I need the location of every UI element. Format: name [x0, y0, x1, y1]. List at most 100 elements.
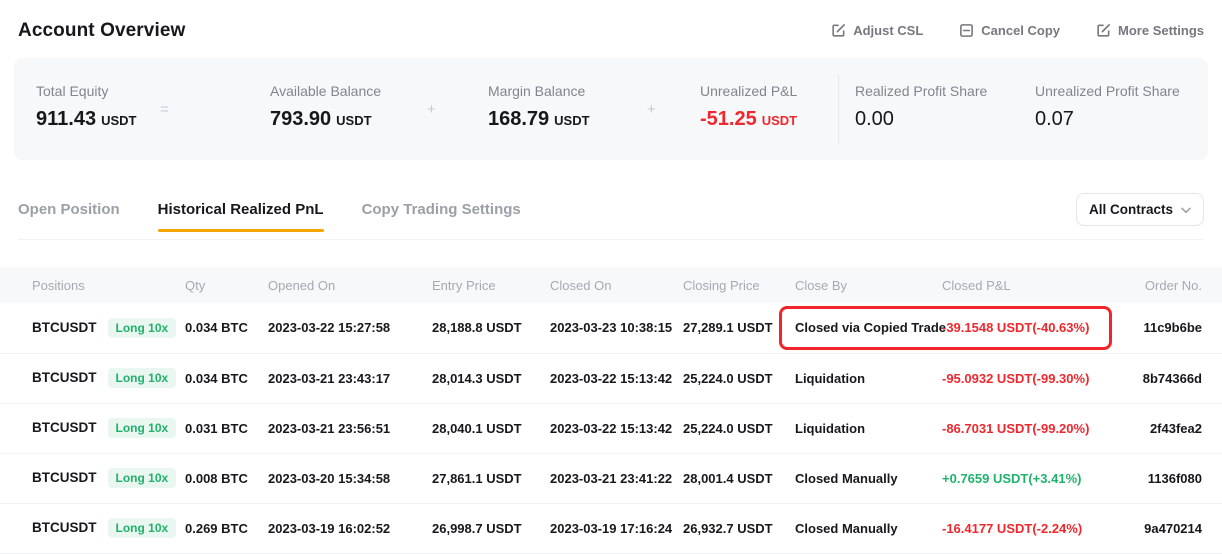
cancel-copy-label: Cancel Copy [981, 23, 1060, 38]
stat-value: -51.25USDT [700, 108, 797, 131]
stat-label: Realized Profit Share [855, 83, 987, 99]
historical-pnl-table: Positions Qty Opened On Entry Price Clos… [0, 267, 1222, 554]
cell-entry-price: 28,014.3 USDT [432, 353, 550, 403]
page-title: Account Overview [18, 20, 185, 42]
cell-closing-price: 26,932.7 USDT [683, 503, 795, 553]
cell-order-no: 2f43fea2 [1100, 403, 1222, 453]
cell-closing-price: 28,001.4 USDT [683, 453, 795, 503]
equals-separator: = [160, 101, 169, 118]
cell-positions: BTCUSDT Long 10x [0, 303, 185, 353]
cell-positions: BTCUSDT Long 10x [0, 353, 185, 403]
stat-value: 793.90USDT [270, 108, 381, 131]
tab-open-position[interactable]: Open Position [18, 201, 120, 218]
tab-historical-realized-pnl[interactable]: Historical Realized PnL [158, 201, 324, 218]
table-row: BTCUSDTLong 10x0.034 BTC2023-03-21 23:43… [0, 353, 1222, 403]
cell-close-by: Liquidation [795, 403, 942, 453]
plus-separator: + [427, 101, 436, 118]
header-qty: Qty [185, 267, 268, 303]
cell-order-no: 11c9b6be [1100, 303, 1222, 353]
cell-positions: BTCUSDT Long 10x [0, 453, 185, 503]
symbol-label: BTCUSDT [32, 470, 97, 485]
cell-opened-on: 2023-03-21 23:43:17 [268, 353, 432, 403]
vertical-divider [838, 74, 839, 144]
cell-closed-on: 2023-03-19 17:16:24 [550, 503, 683, 553]
symbol-label: BTCUSDT [32, 420, 97, 435]
stat-value: 0.07 [1035, 108, 1180, 131]
header-positions: Positions [0, 267, 185, 303]
stat-value: 0.00 [855, 108, 987, 131]
more-settings-label: More Settings [1118, 23, 1204, 38]
stat-realized-profit-share: Realized Profit Share 0.00 [855, 83, 987, 131]
cell-closed-pnl: -16.4177 USDT(-2.24%) [942, 503, 1100, 553]
table-row: BTCUSDT Long 10x 0.269 BTC2023-03-19 16:02… [0, 503, 1222, 553]
symbol-label: BTCUSDT [32, 370, 97, 385]
top-actions: Adjust CSL Cancel Copy M [831, 23, 1204, 38]
cell-entry-price: 27,861.1 USDT [432, 453, 550, 503]
cell-order-no: 1136f080 [1100, 453, 1222, 503]
cell-closed-pnl: -86.7031 USDT(-99.20%) [942, 403, 1100, 453]
cell-closing-price: 27,289.1 USDT [683, 303, 795, 353]
stat-value: 168.79USDT [488, 108, 590, 131]
cell-closed-pnl: +0.7659 USDT(+3.41%) [942, 453, 1100, 503]
cell-qty: 0.269 BTC [185, 503, 268, 553]
cell-order-no: 8b74366d [1100, 353, 1222, 403]
cell-opened-on: 2023-03-20 15:34:58 [268, 453, 432, 503]
cell-entry-price: 28,188.8 USDT [432, 303, 550, 353]
cell-entry-price: 28,040.1 USDT [432, 403, 550, 453]
cell-closed-on: 2023-03-23 10:38:15 [550, 303, 683, 353]
side-leverage-badge: Long 10x [108, 518, 177, 538]
all-contracts-label: All Contracts [1089, 202, 1173, 217]
symbol-label: BTCUSDT [32, 520, 97, 535]
cell-entry-price: 26,998.7 USDT [432, 503, 550, 553]
stat-unrealized-profit-share: Unrealized Profit Share 0.07 [1035, 83, 1180, 131]
all-contracts-dropdown[interactable]: All Contracts [1076, 193, 1204, 226]
plus-separator: + [647, 101, 656, 118]
header-order-no: Order No. [1100, 267, 1222, 303]
stat-available-balance: Available Balance 793.90USDT [270, 83, 381, 131]
header-opened-on: Opened On [268, 267, 432, 303]
side-leverage-badge: Long 10x [108, 368, 177, 388]
header-entry-price: Entry Price [432, 267, 550, 303]
cell-closed-on: 2023-03-22 15:13:42 [550, 353, 683, 403]
top-bar: Account Overview Adjust CSL [0, 0, 1222, 48]
minus-square-icon [959, 23, 974, 38]
cell-opened-on: 2023-03-19 16:02:52 [268, 503, 432, 553]
stat-unrealized-pnl: Unrealized P&L -51.25USDT [700, 83, 797, 131]
tabs-row: Open Position Historical Realized PnL Co… [18, 160, 1204, 240]
table-body: BTCUSDTLong 10x0.034 BTC2023-03-22 15:27… [0, 303, 1222, 553]
more-settings-button[interactable]: More Settings [1096, 23, 1204, 38]
cell-close-by: Liquidation [795, 353, 942, 403]
stat-margin-balance: Margin Balance 168.79USDT [488, 83, 590, 131]
cell-opened-on: 2023-03-21 23:56:51 [268, 403, 432, 453]
account-summary-card: Total Equity 911.43USDT = Available Bala… [14, 58, 1208, 160]
cell-closed-on: 2023-03-21 23:41:22 [550, 453, 683, 503]
stat-label: Available Balance [270, 83, 381, 99]
cell-order-no: 9a470214 [1100, 503, 1222, 553]
cell-closed-pnl: -95.0932 USDT(-99.30%) [942, 353, 1100, 403]
chevron-down-icon [1181, 202, 1191, 217]
side-leverage-badge: Long 10x [108, 318, 177, 338]
account-overview-page: Account Overview Adjust CSL [0, 0, 1222, 538]
adjust-csl-label: Adjust CSL [853, 23, 923, 38]
stat-label: Margin Balance [488, 83, 590, 99]
symbol-label: BTCUSDT [32, 320, 97, 335]
stat-value: 911.43USDT [36, 108, 136, 131]
header-closing-price: Closing Price [683, 267, 795, 303]
adjust-csl-button[interactable]: Adjust CSL [831, 23, 923, 38]
cancel-copy-button[interactable]: Cancel Copy [959, 23, 1060, 38]
cell-close-by: Closed Manually [795, 453, 942, 503]
cell-close-by: Closed via Copied Trade [795, 303, 942, 353]
table-row: BTCUSDTLong 10x0.034 BTC2023-03-22 15:27… [0, 303, 1222, 353]
header-close-by: Close By [795, 267, 942, 303]
stat-total-equity: Total Equity 911.43USDT [36, 83, 136, 131]
tab-copy-trading-settings[interactable]: Copy Trading Settings [362, 201, 521, 218]
cell-closed-on: 2023-03-22 15:13:42 [550, 403, 683, 453]
header-closed-pnl: Closed P&L [942, 267, 1100, 303]
cell-close-by: Closed Manually [795, 503, 942, 553]
stat-label: Total Equity [36, 83, 136, 99]
side-leverage-badge: Long 10x [108, 468, 177, 488]
cell-positions: BTCUSDT Long 10x [0, 503, 185, 553]
cell-opened-on: 2023-03-22 15:27:58 [268, 303, 432, 353]
cell-closing-price: 25,224.0 USDT [683, 403, 795, 453]
edit-icon [831, 23, 846, 38]
